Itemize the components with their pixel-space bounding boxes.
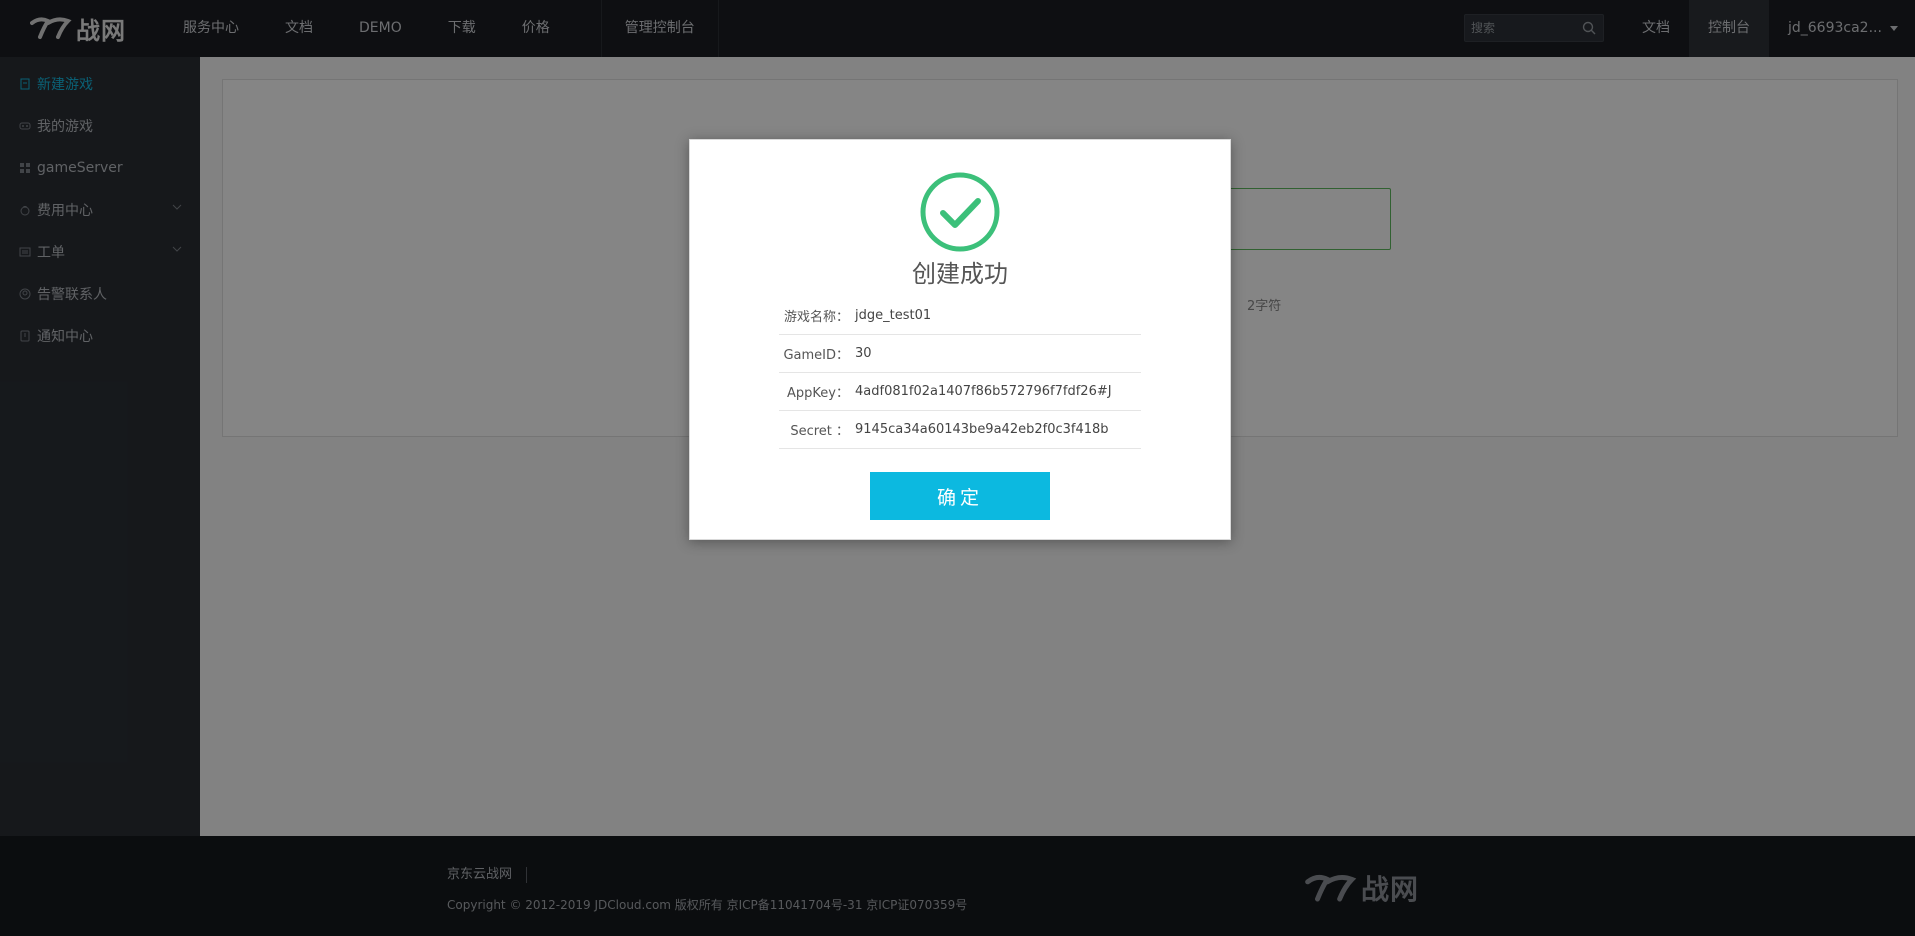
info-value: jdge_test01 <box>855 308 932 323</box>
create-success-dialog: 创建成功 游戏名称： jdge_test01 GameID： 30 AppKey… <box>689 139 1231 540</box>
info-key: Secret ： <box>790 424 849 439</box>
info-key: GameID： <box>783 348 849 363</box>
info-row-secret: Secret ： 9145ca34a60143be9a42eb2f0c3f418… <box>779 411 1141 449</box>
confirm-button[interactable]: 确定 <box>870 472 1050 520</box>
info-value: 4adf081f02a1407f86b572796f7fdf26#J <box>855 384 1112 399</box>
info-row-game-name: 游戏名称： jdge_test01 <box>779 297 1141 335</box>
info-key: AppKey： <box>787 386 849 401</box>
info-value: 30 <box>855 346 872 361</box>
success-check-icon <box>920 172 1000 252</box>
info-value: 9145ca34a60143be9a42eb2f0c3f418b <box>855 422 1109 437</box>
info-row-game-id: GameID： 30 <box>779 335 1141 373</box>
game-info-list: 游戏名称： jdge_test01 GameID： 30 AppKey： 4ad… <box>779 297 1141 449</box>
info-row-appkey: AppKey： 4adf081f02a1407f86b572796f7fdf26… <box>779 373 1141 411</box>
dialog-title: 创建成功 <box>912 260 1008 288</box>
info-key: 游戏名称： <box>783 310 849 325</box>
